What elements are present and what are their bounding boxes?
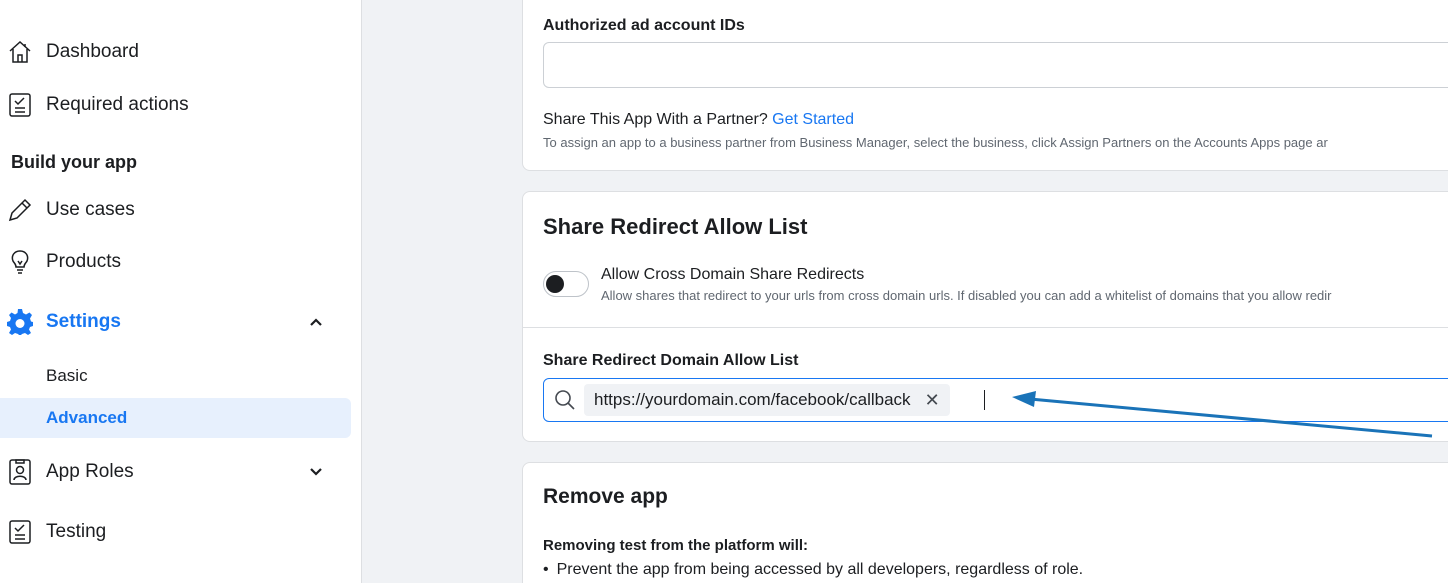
remove-app-title: Remove app <box>543 485 668 508</box>
domain-allow-list-label: Share Redirect Domain Allow List <box>543 352 799 369</box>
section-title-build: Build your app <box>11 152 137 172</box>
divider <box>523 327 1448 328</box>
sidebar-item-products[interactable]: Products <box>0 242 351 282</box>
cross-domain-toggle-label: Allow Cross Domain Share Redirects <box>601 266 865 283</box>
sidebar-item-label: Testing <box>46 521 107 542</box>
sidebar-item-app-roles[interactable]: App Roles <box>0 452 351 492</box>
remove-app-subtitle: Removing test from the platform will: <box>543 537 809 554</box>
get-started-link[interactable]: Get Started <box>772 111 854 128</box>
cross-domain-toggle[interactable] <box>543 271 589 297</box>
sidebar-item-settings[interactable]: Settings <box>0 302 351 342</box>
cross-domain-toggle-help: Allow shares that redirect to your urls … <box>601 288 1332 303</box>
sidebar-item-label: Required actions <box>46 94 189 115</box>
sidebar-subitem-advanced[interactable]: Advanced <box>0 398 351 438</box>
search-icon <box>554 389 576 416</box>
domain-chip-text: https://yourdomain.com/facebook/callback <box>594 390 911 409</box>
toggle-knob <box>546 275 564 293</box>
lightbulb-icon <box>6 248 34 276</box>
authorized-accounts-label: Authorized ad account IDs <box>543 17 745 34</box>
sidebar-item-dashboard[interactable]: Dashboard <box>0 32 351 72</box>
text-caret <box>984 390 985 410</box>
chevron-down-icon[interactable] <box>306 462 326 482</box>
arrow-shaft <box>1029 397 1433 438</box>
pencil-icon <box>6 196 34 224</box>
authorized-accounts-input[interactable] <box>543 42 1448 88</box>
domain-chip: https://yourdomain.com/facebook/callback… <box>584 384 950 416</box>
checklist-icon <box>6 518 34 546</box>
share-partner-row: Share This App With a Partner? Get Start… <box>543 111 854 129</box>
annotation-arrow <box>1012 391 1433 438</box>
share-partner-help: To assign an app to a business partner f… <box>543 135 1328 150</box>
sidebar-item-label: Settings <box>46 311 121 332</box>
sidebar-item-required-actions[interactable]: Required actions <box>0 85 351 125</box>
sidebar-subitem-label: Basic <box>46 366 88 385</box>
sidebar-item-testing[interactable]: Testing <box>0 512 351 552</box>
remove-app-list: Prevent the app from being accessed by a… <box>543 561 1084 579</box>
sidebar-item-label: App Roles <box>46 461 134 482</box>
arrow-head <box>1012 391 1036 407</box>
sidebar-item-label: Dashboard <box>46 41 139 62</box>
remove-app-card: Remove app Removing test from the platfo… <box>522 462 1448 583</box>
share-redirect-title: Share Redirect Allow List <box>543 214 808 239</box>
sidebar-subitem-label: Advanced <box>46 408 128 427</box>
id-badge-icon <box>6 458 34 486</box>
authorized-accounts-card: Authorized ad account IDs Share This App… <box>522 0 1448 171</box>
checklist-icon <box>6 91 34 119</box>
home-icon <box>6 38 34 66</box>
close-icon[interactable]: ✕ <box>925 390 940 411</box>
sidebar-item-label: Use cases <box>46 199 135 220</box>
sidebar-item-label: Products <box>46 251 121 272</box>
sidebar-subitem-basic[interactable]: Basic <box>0 356 351 396</box>
sidebar-item-use-cases[interactable]: Use cases <box>0 190 351 230</box>
list-item: Prevent the app from being accessed by a… <box>543 561 1084 579</box>
chevron-up-icon[interactable] <box>306 312 326 332</box>
gear-icon <box>6 308 34 336</box>
share-partner-text: Share This App With a Partner? <box>543 111 768 128</box>
sidebar: Dashboard Required actions Build your ap… <box>0 0 362 583</box>
